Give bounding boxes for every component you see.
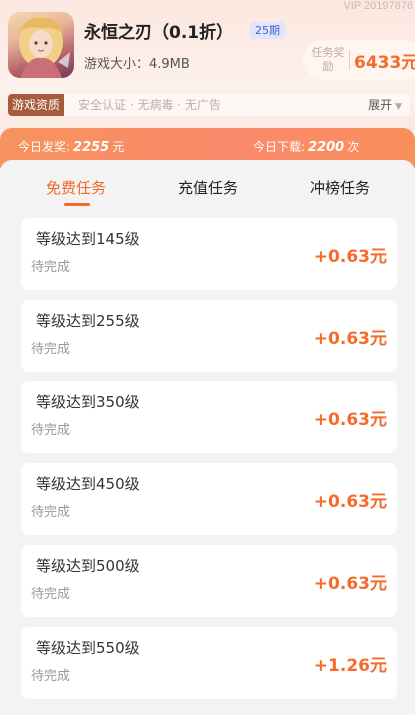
task-reward: +0.63元: [313, 492, 387, 512]
expand-label: 展开: [368, 98, 393, 112]
task-reward: +1.26元: [313, 656, 387, 676]
today-reward-unit: 元: [112, 140, 125, 154]
task-card[interactable]: 等级达到350级 待完成 +0.63元: [21, 381, 397, 453]
task-card[interactable]: 等级达到500级 待完成 +0.63元: [21, 545, 397, 617]
period-badge: 25期: [250, 22, 285, 39]
task-name: 等级达到550级: [36, 639, 140, 657]
task-status: 待完成: [31, 669, 71, 684]
task-reward-value: 6433元: [354, 52, 415, 73]
game-icon[interactable]: [8, 12, 74, 78]
task-tabs: 免费任务 充值任务 冲榜任务: [0, 160, 415, 210]
task-card[interactable]: 等级达到255级 待完成 +0.63元: [21, 300, 397, 372]
active-tab-indicator: [64, 203, 90, 206]
task-content: 免费任务 充值任务 冲榜任务 等级达到145级 待完成 +0.63元 等级达到2…: [0, 160, 415, 715]
task-status: 待完成: [31, 423, 71, 438]
qualification-tag: 游戏资质: [8, 94, 65, 116]
game-character-icon: [18, 16, 70, 78]
caret-down-icon: ▼: [395, 102, 402, 112]
task-reward: +0.63元: [313, 574, 387, 594]
task-reward-box: 任务奖励 6433元: [303, 40, 415, 80]
expand-button[interactable]: 展开 ▼: [368, 94, 402, 118]
game-header: VIP 20197876 永恒之刃（0.1折） 25期 游戏大小：4.9MB 任…: [0, 0, 415, 130]
task-reward: +0.63元: [313, 247, 387, 267]
tab-ranking-tasks[interactable]: 冲榜任务: [310, 177, 370, 198]
task-name: 等级达到450级: [36, 475, 140, 493]
task-reward-label: 任务奖励: [311, 46, 345, 73]
task-card[interactable]: 等级达到450级 待完成 +0.63元: [21, 463, 397, 535]
today-reward-value: 2255: [73, 140, 110, 155]
today-reward-label: 今日发奖:: [18, 140, 71, 154]
task-status: 待完成: [31, 342, 71, 357]
task-name: 等级达到500级: [36, 557, 140, 575]
reward-divider: [349, 50, 350, 70]
task-name: 等级达到145级: [36, 230, 140, 248]
task-reward: +0.63元: [313, 329, 387, 349]
task-status: 待完成: [31, 587, 71, 602]
qualification-text: 安全认证 · 无病毒 · 无广告: [78, 98, 221, 112]
today-download-unit: 次: [347, 140, 360, 154]
qualification-row: 游戏资质 安全认证 · 无病毒 · 无广告 展开 ▼: [8, 94, 410, 116]
task-reward: +0.63元: [313, 410, 387, 430]
tab-recharge-tasks[interactable]: 充值任务: [178, 177, 238, 198]
task-name: 等级达到255级: [36, 312, 140, 330]
today-download-value: 2200: [308, 140, 345, 155]
vip-id: VIP 20197876: [343, 0, 413, 12]
task-name: 等级达到350级: [36, 393, 140, 411]
task-status: 待完成: [31, 260, 71, 275]
game-size: 游戏大小：4.9MB: [84, 57, 190, 72]
game-title: 永恒之刃（0.1折）: [84, 23, 234, 43]
task-card[interactable]: 等级达到550级 待完成 +1.26元: [21, 627, 397, 699]
tab-free-tasks[interactable]: 免费任务: [46, 177, 106, 198]
task-card[interactable]: 等级达到145级 待完成 +0.63元: [21, 218, 397, 290]
task-status: 待完成: [31, 505, 71, 520]
today-download-label: 今日下载:: [253, 140, 306, 154]
